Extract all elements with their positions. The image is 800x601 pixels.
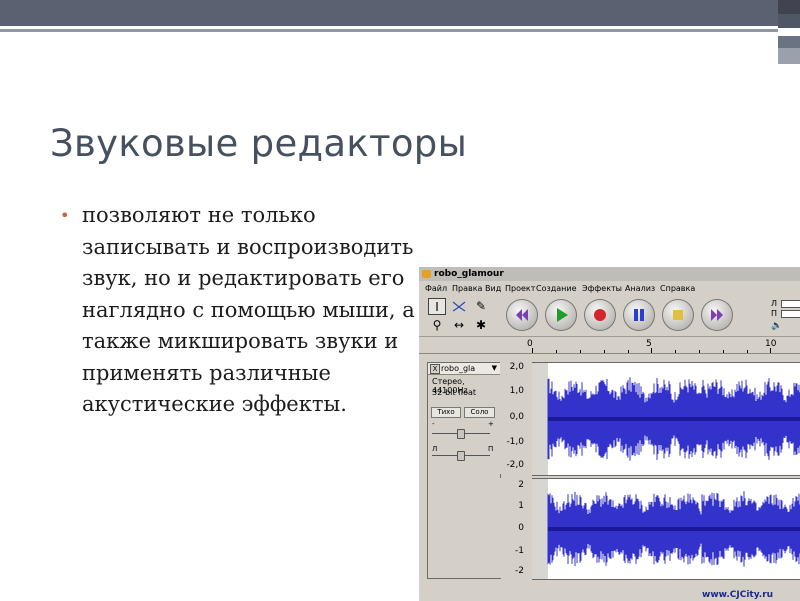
slide-top-line [0, 29, 800, 32]
scale-label: 1 [518, 501, 524, 511]
play-icon [557, 308, 568, 322]
menu-edit[interactable]: Правка [452, 282, 482, 296]
scale-label: 2 [518, 480, 524, 490]
mute-button[interactable]: Тихо [431, 407, 461, 418]
amplitude-scale-top: 2,0 1,0 0,0 -1,0 -2,0 [500, 362, 528, 474]
menu-help[interactable]: Справка [660, 282, 695, 296]
skip-to-start-button[interactable] [506, 299, 538, 331]
stop-button[interactable] [662, 299, 694, 331]
waveform-center [548, 527, 800, 531]
pan-left-label: Л [432, 445, 438, 453]
record-icon [594, 309, 606, 321]
time-shift-tool-icon[interactable]: ↔ [450, 317, 468, 334]
waveform-left-svg [532, 363, 800, 475]
draw-tool-icon[interactable]: ✎ [472, 298, 490, 315]
scale-label: 2,0 [509, 362, 524, 372]
track-bitdepth-info: 32-bit float [432, 388, 477, 397]
skip-back-icon [516, 309, 528, 321]
gain-plus-label: + [488, 420, 494, 428]
menu-bar: Файл Правка Вид Проект Создание Эффекты … [419, 282, 800, 296]
waveform-center [548, 417, 800, 421]
pause-button[interactable] [623, 299, 655, 331]
play-button[interactable] [545, 299, 577, 331]
meter-bar-right [781, 310, 800, 318]
waveform-left-channel[interactable] [532, 362, 800, 476]
window-title: robo_glamour [434, 269, 504, 279]
pan-right-label: П [488, 445, 494, 453]
waveform-right-svg [532, 479, 800, 579]
solo-button[interactable]: Соло [464, 407, 495, 418]
record-button[interactable] [584, 299, 616, 331]
envelope-tool-icon[interactable] [450, 298, 468, 315]
speaker-icon[interactable]: 🔈 [771, 321, 782, 331]
menu-analyze[interactable]: Анализ [625, 282, 655, 296]
skip-to-end-button[interactable] [701, 299, 733, 331]
meter-bar-left [781, 300, 800, 308]
stop-icon [673, 310, 683, 320]
scale-label: -1 [515, 546, 524, 556]
scale-label: -2 [515, 566, 524, 576]
menu-view[interactable]: Вид [485, 282, 501, 296]
bullet-item: • позволяют не только записывать и воспр… [60, 200, 420, 421]
slide-top-bar [0, 0, 800, 26]
scale-label: 0 [518, 523, 524, 533]
bullet-dot-icon: • [60, 206, 70, 225]
waveform-right-channel[interactable] [532, 478, 800, 580]
menu-project[interactable]: Проект [505, 282, 535, 296]
selection-tool-icon[interactable]: I [428, 298, 446, 315]
amplitude-scale-bottom: 2 1 0 -1 -2 [500, 478, 528, 578]
bullet-text: позволяют не только записывать и воспрои… [82, 203, 415, 416]
multi-tool-icon[interactable]: ✱ [472, 317, 490, 334]
track-name-bar[interactable]: X robo_gla ▼ [428, 363, 500, 375]
skip-forward-icon [711, 309, 723, 321]
zoom-tool-icon[interactable]: ⚲ [428, 317, 446, 334]
audio-editor-window: robo_glamour Файл Правка Вид Проект Созд… [418, 266, 800, 601]
close-track-icon[interactable]: X [430, 364, 440, 374]
gain-slider[interactable] [457, 429, 465, 439]
track-control-panel: X robo_gla ▼ Стерео, 44100Hz 32-bit floa… [427, 362, 501, 579]
scale-label: -2,0 [506, 460, 524, 470]
toolbar: I ✎ ⚲ ↔ ✱ Л П 🔈 [419, 296, 800, 337]
gain-minus-label: - [432, 420, 435, 428]
pause-icon [634, 309, 644, 321]
track-menu-icon[interactable]: ▼ [492, 363, 497, 374]
bullet-list: • позволяют не только записывать и воспр… [60, 200, 420, 421]
window-titlebar[interactable]: robo_glamour [419, 267, 800, 281]
tools-palette: I ✎ ⚲ ↔ ✱ [428, 297, 494, 335]
watermark: www.CJCity.ru [702, 590, 774, 600]
track-name: robo_gla [441, 364, 476, 373]
menu-effects[interactable]: Эффекты [582, 282, 622, 296]
scale-label: 0,0 [509, 412, 524, 422]
app-icon [422, 270, 431, 278]
slide-title: Звуковые редакторы [50, 122, 468, 165]
selection-region [532, 479, 548, 579]
scale-label: 1,0 [509, 386, 524, 396]
selection-region [532, 363, 548, 475]
menu-file[interactable]: Файл [425, 282, 447, 296]
slide-corner-accent [778, 0, 800, 64]
timeline-ruler[interactable]: 0 5 10 [419, 337, 800, 354]
scale-label: -1,0 [506, 437, 524, 447]
pan-slider[interactable] [457, 451, 465, 461]
menu-generate[interactable]: Создание [536, 282, 577, 296]
meter-left-label: Л [771, 299, 778, 308]
meter-right-label: П [771, 309, 778, 318]
